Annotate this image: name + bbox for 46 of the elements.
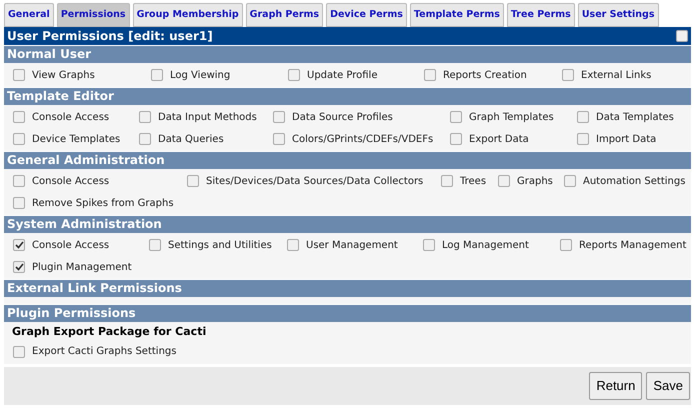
checkbox-label: Reports Management (579, 238, 686, 252)
section-header: External Link Permissions (4, 280, 691, 297)
checkbox-label: Device Templates (32, 132, 120, 146)
tab[interactable]: Group Membership (132, 3, 243, 27)
section-header: Normal User (4, 46, 691, 63)
tab[interactable]: User Settings (578, 3, 658, 27)
checkbox-label: External Links (581, 68, 652, 82)
tab[interactable]: Tree Perms (506, 3, 575, 27)
checkbox-label: Import Data (596, 132, 656, 146)
group-title: Graph Export Package for Cacti (12, 324, 208, 340)
tab[interactable]: Device Perms (326, 3, 407, 27)
checkbox-label: Graph Templates (469, 110, 554, 124)
section-header: Plugin Permissions (4, 305, 691, 322)
checkbox-label: Export Data (469, 132, 529, 146)
checkbox-label: Log Viewing (170, 68, 230, 82)
checkbox-label: Sites/Devices/Data Sources/Data Collectors (206, 174, 424, 188)
checkbox-label: Reports Creation (443, 68, 527, 82)
checkbox-label: Automation Settings (583, 174, 686, 188)
tab[interactable]: Permissions (56, 3, 130, 27)
checkbox-label: Remove Spikes from Graphs (32, 196, 174, 210)
checkbox-label: Console Access (32, 238, 110, 252)
checkbox-label: Console Access (32, 174, 110, 188)
checkbox-label: Data Templates (596, 110, 674, 124)
section-header: General Administration (4, 152, 691, 169)
checkbox-label: Colors/GPrints/CDEFs/VDEFs (292, 132, 434, 146)
tab[interactable]: Graph Perms (246, 3, 324, 27)
checkbox-label: Plugin Management (32, 260, 132, 274)
checkbox-label: Trees (460, 174, 486, 188)
checkbox-label: Data Input Methods (158, 110, 257, 124)
checkbox-label: Export Cacti Graphs Settings (32, 345, 176, 359)
checkbox-label: Update Profile (307, 68, 378, 82)
tab[interactable]: General (4, 3, 54, 27)
panel-title: User Permissions [edit: user1] (7, 28, 213, 45)
checkbox-label: Data Source Profiles (292, 110, 393, 124)
checkbox-label: Graphs (517, 174, 553, 188)
checkbox-label: View Graphs (32, 68, 95, 82)
section-header: Template Editor (4, 88, 691, 105)
action-button[interactable]: Return (589, 372, 642, 400)
checkbox-label: User Management (306, 238, 398, 252)
checkbox-label: Console Access (32, 110, 110, 124)
tab[interactable]: Template Perms (410, 3, 504, 27)
action-button[interactable]: Save (646, 372, 690, 400)
section-header: System Administration (4, 216, 691, 233)
checkbox-label: Log Management (442, 238, 529, 252)
checkbox-label: Data Queries (158, 132, 224, 146)
checkbox-label: Settings and Utilities (168, 238, 272, 252)
